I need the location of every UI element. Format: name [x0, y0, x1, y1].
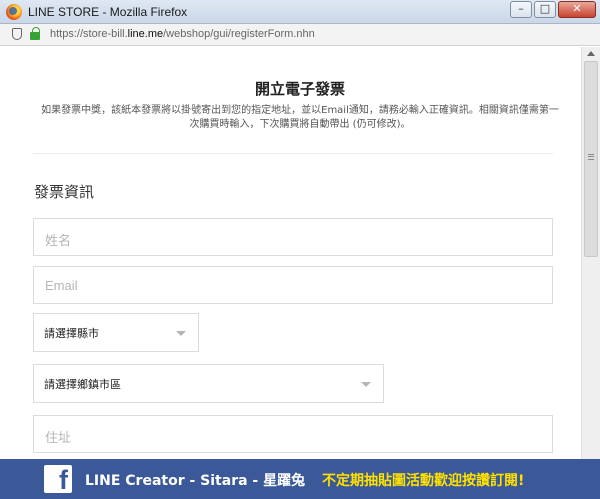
banner-promo: 不定期抽貼圖活動歡迎按讚訂閱!	[322, 473, 525, 489]
minimize-button[interactable]: –	[510, 1, 532, 18]
scroll-thumb[interactable]	[584, 61, 598, 257]
vertical-scrollbar[interactable]	[581, 47, 600, 459]
close-button[interactable]: ✕	[558, 1, 596, 18]
address-field[interactable]: 住址	[33, 415, 553, 453]
city-select[interactable]: 請選擇縣市	[33, 313, 199, 352]
district-select-label: 請選擇鄉鎮市區	[44, 377, 121, 391]
window-title: LINE STORE - Mozilla Firefox	[28, 5, 188, 19]
section-title: 發票資訊	[34, 183, 95, 201]
chevron-down-icon	[361, 381, 371, 387]
page-content: 開立電子發票 如果發票中獎，該紙本發票將以掛號寄出到您的指定地址，並以Email…	[0, 47, 581, 459]
maximize-button[interactable]: □	[534, 1, 556, 18]
page-title: 開立電子發票	[254, 80, 345, 98]
scroll-grip-icon	[588, 154, 594, 160]
window-titlebar: LINE STORE - Mozilla Firefox – □ ✕	[0, 0, 600, 24]
page-description: 如果發票中獎，該紙本發票將以掛號寄出到您的指定地址，並以Email通知，請務必輸…	[41, 105, 559, 130]
firefox-icon	[6, 4, 22, 20]
url-domain: line.me	[127, 28, 164, 40]
lock-icon[interactable]	[30, 27, 40, 40]
window-controls: – □ ✕	[510, 1, 596, 18]
district-select[interactable]: 請選擇鄉鎮市區	[33, 364, 384, 403]
url-text[interactable]: https://store-bill.line.me/webshop/gui/r…	[50, 28, 315, 40]
facebook-icon[interactable]: f	[44, 465, 72, 493]
divider	[33, 153, 553, 154]
url-path: /webshop/gui/registerForm.nhn	[163, 28, 315, 40]
email-field[interactable]: Email	[33, 266, 553, 304]
facebook-banner[interactable]: f LINE Creator - Sitara - 星躍兔 不定期抽貼圖活動歡迎…	[0, 459, 600, 499]
chevron-down-icon	[176, 330, 186, 336]
address-bar[interactable]: https://store-bill.line.me/webshop/gui/r…	[0, 24, 600, 46]
banner-title[interactable]: LINE Creator - Sitara - 星躍兔	[85, 470, 305, 490]
scroll-up-icon[interactable]	[587, 51, 595, 56]
city-select-label: 請選擇縣市	[44, 326, 99, 340]
url-prefix: https://store-bill.	[50, 28, 128, 40]
shield-icon[interactable]	[12, 28, 22, 40]
name-field[interactable]: 姓名	[33, 218, 553, 256]
